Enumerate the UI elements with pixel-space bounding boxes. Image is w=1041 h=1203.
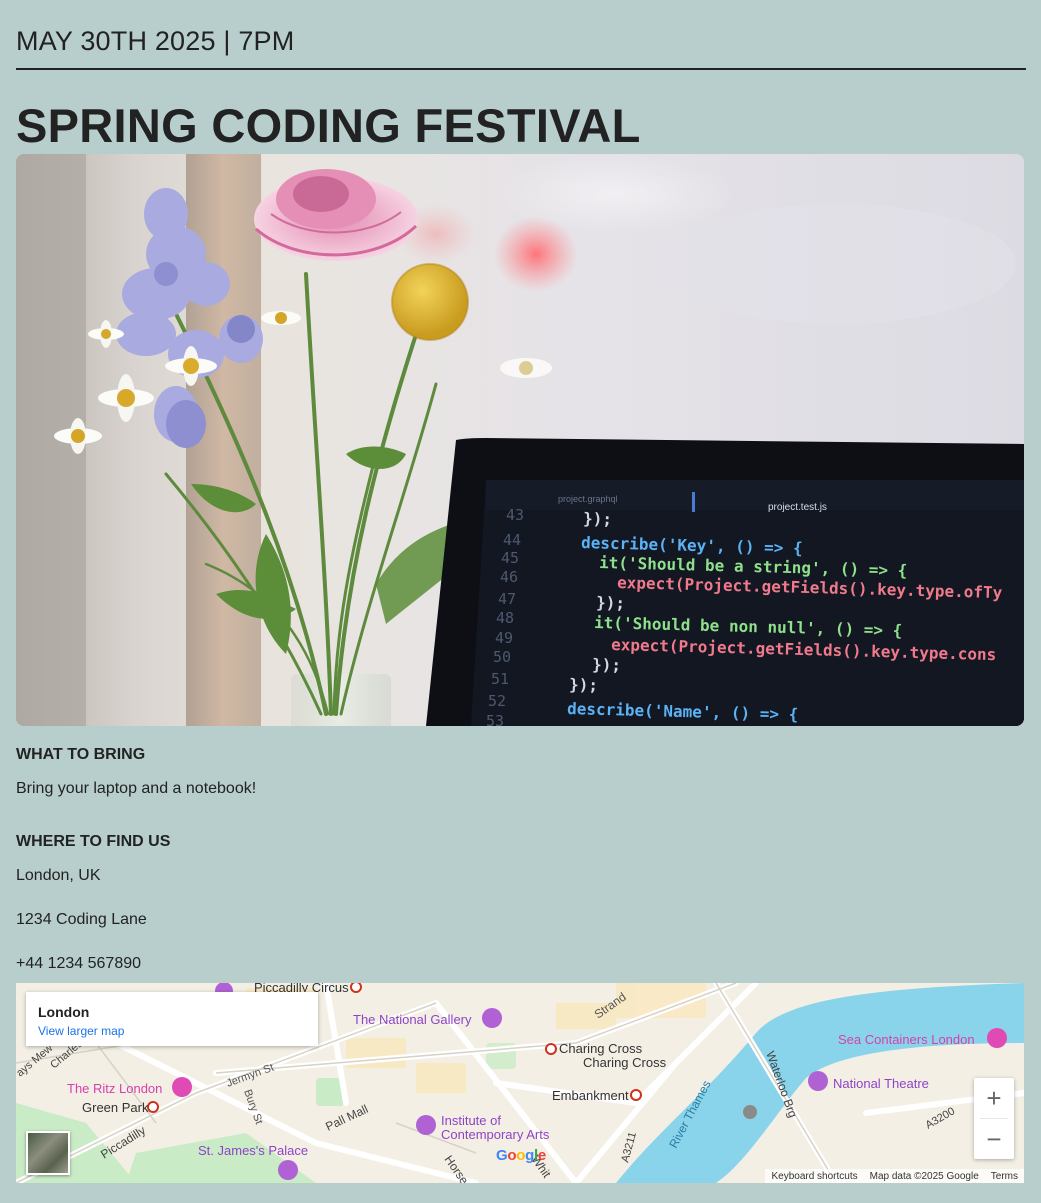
- zoom-controls: + −: [974, 1078, 1014, 1159]
- map-label: St. James's Palace: [198, 1143, 308, 1158]
- map-label: The National Gallery: [353, 1012, 472, 1027]
- what-to-bring-text: Bring your laptop and a notebook!: [16, 780, 257, 797]
- code-tab-1: project.graphql: [558, 494, 618, 504]
- map-place-name: London: [38, 1004, 90, 1020]
- map-footer: Keyboard shortcuts Map data ©2025 Google…: [765, 1169, 1024, 1183]
- svg-text:45: 45: [501, 549, 519, 567]
- map-label: National Theatre: [833, 1076, 929, 1091]
- map-label: Sea Containers London: [838, 1032, 975, 1047]
- location-address: 1234 Coding Lane: [16, 911, 147, 928]
- zoom-out-button[interactable]: −: [974, 1119, 1014, 1159]
- map-label: Contemporary Arts: [441, 1127, 550, 1142]
- svg-text:53: 53: [486, 712, 504, 726]
- page-title: SPRING CODING FESTIVAL: [16, 99, 641, 152]
- svg-text:});: });: [583, 509, 612, 529]
- svg-text:44: 44: [503, 531, 521, 549]
- svg-text:});: });: [596, 593, 625, 613]
- svg-text:43: 43: [506, 506, 524, 524]
- map-label: The Ritz London: [67, 1081, 162, 1096]
- satellite-toggle-button[interactable]: [26, 1131, 70, 1175]
- flowers-and-laptop-photo: project.graphql project.test.js 43 44 45…: [16, 154, 1024, 726]
- svg-text:50: 50: [493, 648, 511, 666]
- svg-text:51: 51: [491, 670, 509, 688]
- svg-text:49: 49: [495, 629, 513, 647]
- zoom-in-button[interactable]: +: [974, 1078, 1014, 1118]
- location-phone: +44 1234 567890: [16, 955, 142, 972]
- map-place-card: London View larger map: [26, 992, 318, 1046]
- svg-text:46: 46: [500, 568, 518, 586]
- map-label: Green Park: [82, 1100, 149, 1115]
- hero-image: project.graphql project.test.js 43 44 45…: [16, 154, 1024, 726]
- svg-text:});: });: [592, 655, 621, 675]
- location-city: London, UK: [16, 867, 101, 884]
- map-data-attribution: Map data ©2025 Google: [869, 1170, 979, 1182]
- keyboard-shortcuts-link[interactable]: Keyboard shortcuts: [771, 1171, 857, 1182]
- event-date: MAY 30TH 2025 | 7PM: [16, 26, 295, 56]
- map-label: Charing Cross: [583, 1055, 667, 1070]
- google-logo: Google: [496, 1147, 546, 1164]
- map-label: Institute of: [441, 1113, 501, 1128]
- terms-link[interactable]: Terms: [991, 1171, 1018, 1182]
- code-tab-2: project.test.js: [768, 502, 827, 513]
- map-label: Embankment: [552, 1088, 629, 1103]
- svg-text:});: });: [569, 675, 598, 695]
- svg-text:48: 48: [496, 609, 514, 627]
- event-page: MAY 30TH 2025 | 7PM SPRING CODING FESTIV…: [0, 0, 1041, 1203]
- where-to-find-us-heading: WHERE TO FIND US: [16, 833, 171, 850]
- view-larger-map-link[interactable]: View larger map: [38, 1024, 124, 1038]
- svg-text:52: 52: [488, 692, 506, 710]
- embedded-map[interactable]: Piccadilly Circus The National Gallery S…: [16, 983, 1024, 1183]
- divider: [16, 68, 1026, 70]
- svg-text:47: 47: [498, 590, 516, 608]
- map-label: Charing Cross: [559, 1041, 643, 1056]
- what-to-bring-heading: WHAT TO BRING: [16, 746, 146, 763]
